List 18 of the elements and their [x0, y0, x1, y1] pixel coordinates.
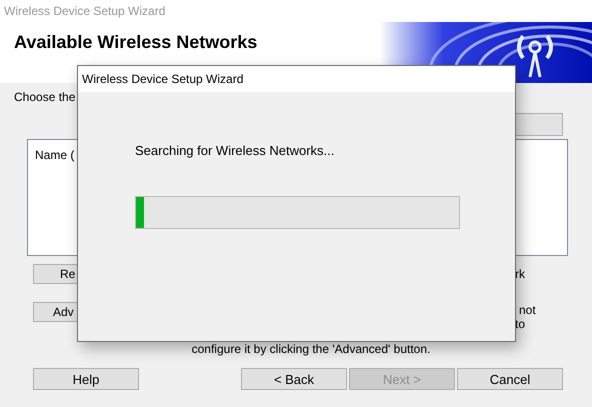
- refresh-button[interactable]: Re: [33, 264, 78, 284]
- body-text: rk: [515, 267, 525, 281]
- body-text: to: [515, 317, 526, 331]
- instruction-text: Choose the: [14, 90, 76, 104]
- window-title: Wireless Device Setup Wizard: [4, 4, 166, 18]
- dialog-title: Wireless Device Setup Wizard: [82, 72, 244, 86]
- wizard-button[interactable]: Cancel: [457, 368, 563, 390]
- status-message: Searching for Wireless Networks...: [135, 143, 336, 158]
- column-header: Name (: [35, 148, 74, 162]
- input-field[interactable]: [515, 113, 563, 136]
- advanced-button[interactable]: Adv: [33, 302, 78, 322]
- note-text: configure it by clicking the 'Advanced' button.: [192, 342, 430, 356]
- wizard-button[interactable]: < Back: [241, 368, 347, 390]
- wizard-button[interactable]: Help: [33, 368, 139, 390]
- network-list[interactable]: Name (: [27, 139, 77, 256]
- page-heading: Available Wireless Networks: [14, 32, 258, 53]
- network-list[interactable]: [515, 139, 568, 256]
- body-text: not: [519, 303, 536, 317]
